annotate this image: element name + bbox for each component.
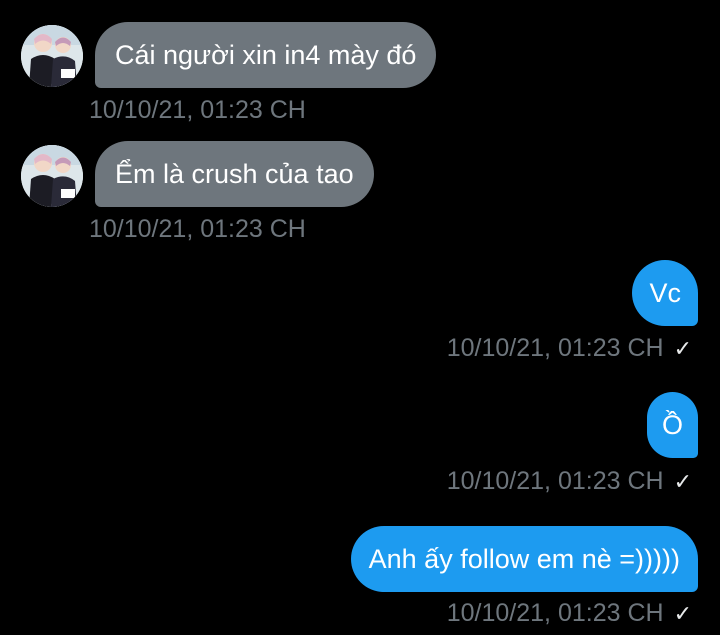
message-timestamp: 10/10/21, 01:23 CH ✓ [446, 334, 692, 362]
message-text: Vc [649, 278, 681, 308]
avatar[interactable] [21, 145, 83, 207]
message-bubble-incoming[interactable]: Ểm là crush của tao [95, 141, 374, 207]
message-text: Cái người xin in4 mày đó [115, 40, 417, 70]
message-timestamp: 10/10/21, 01:23 CH ✓ [446, 599, 692, 627]
message-bubble-outgoing[interactable]: Vc [632, 260, 698, 326]
message-timestamp: 10/10/21, 01:23 CH [89, 96, 306, 124]
check-icon: ✓ [673, 469, 692, 494]
message-text: Anh ấy follow em nè =))))) [368, 544, 680, 574]
message-bubble-incoming[interactable]: Cái người xin in4 mày đó [95, 22, 437, 88]
message-bubble-outgoing[interactable]: Ồ [646, 392, 698, 458]
check-icon: ✓ [673, 336, 692, 361]
message-timestamp: 10/10/21, 01:23 CH ✓ [446, 467, 692, 495]
message-text: Ồ [661, 410, 683, 440]
message-text: Ểm là crush của tao [115, 159, 354, 189]
check-icon: ✓ [673, 601, 692, 626]
message-timestamp: 10/10/21, 01:23 CH [89, 215, 306, 243]
message-bubble-outgoing[interactable]: Anh ấy follow em nè =))))) [350, 526, 698, 592]
avatar[interactable] [21, 25, 83, 87]
